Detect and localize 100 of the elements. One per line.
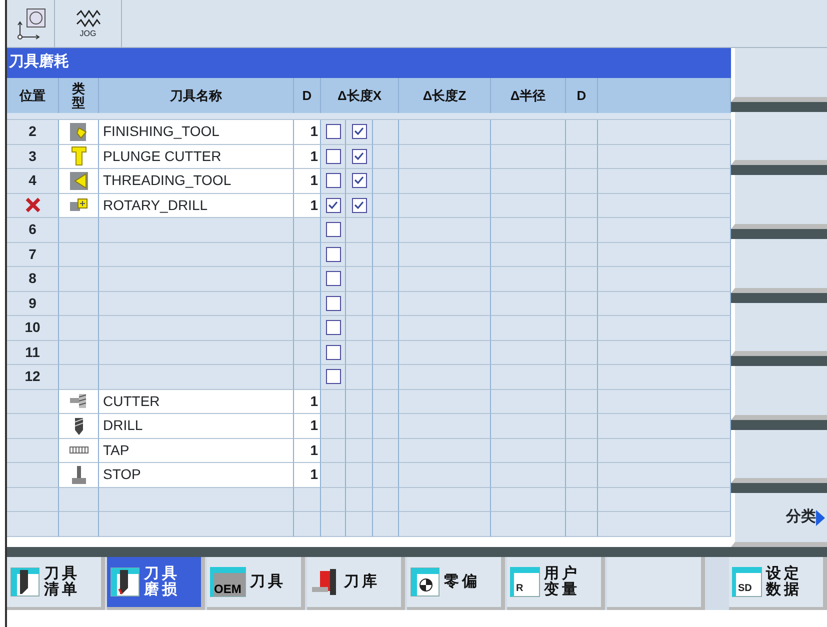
- table-cell: [294, 488, 321, 512]
- table-cell: 9: [7, 292, 59, 316]
- table-cell: [373, 390, 399, 414]
- softkey[interactable]: 零偏: [407, 557, 505, 610]
- table-cell: STOP: [99, 463, 294, 488]
- tool-icon: [68, 170, 88, 191]
- table-cell: [566, 194, 598, 218]
- table-cell: 10: [7, 316, 59, 340]
- checkbox[interactable]: [326, 271, 340, 286]
- table-cell: [566, 438, 598, 463]
- softkey-icon: [110, 567, 140, 597]
- softkey-icon: SD: [732, 567, 762, 597]
- table-cell: [566, 169, 598, 194]
- table-cell: [566, 292, 598, 316]
- table-cell: 1: [294, 120, 321, 144]
- table-cell: 12: [7, 365, 59, 390]
- table-cell: CUTTER: [99, 390, 294, 414]
- table-cell: [566, 365, 598, 390]
- table-cell: [59, 267, 99, 292]
- table-cell: [346, 390, 373, 414]
- softkey[interactable]: R 用户变量: [507, 557, 605, 610]
- table-cell: DRILL: [99, 414, 294, 438]
- checkbox[interactable]: [352, 124, 366, 140]
- table-cell: [373, 488, 399, 512]
- checkbox[interactable]: [352, 198, 366, 213]
- softkey-icon: [410, 567, 440, 597]
- column-header: Δ半径: [491, 78, 566, 113]
- softkey[interactable]: 刀具清单: [7, 557, 105, 610]
- softkey[interactable]: 分类: [731, 493, 827, 547]
- table-cell: 1: [294, 169, 321, 194]
- table-cell: 1: [294, 463, 321, 488]
- table-cell: [346, 512, 373, 536]
- table-cell: [59, 292, 99, 316]
- table-cell: [321, 414, 346, 438]
- column-header: 刀具名称: [99, 78, 294, 113]
- checkbox[interactable]: [326, 369, 340, 384]
- jog-button[interactable]: JOG: [55, 0, 122, 47]
- column-header: Δ长度Z: [399, 78, 491, 113]
- table-cell: [566, 390, 598, 414]
- table-cell: [566, 340, 598, 365]
- table-cell: 8: [7, 267, 59, 292]
- table-cell: ROTARY_DRILL: [99, 194, 294, 218]
- table-cell: [7, 488, 59, 512]
- table-cell: 1: [294, 414, 321, 438]
- table-cell: [59, 242, 99, 267]
- softkey[interactable]: SD 设定数据: [729, 557, 827, 610]
- softkey[interactable]: OEM 刀具: [207, 557, 305, 610]
- softkey[interactable]: 刀具磨损: [107, 557, 205, 610]
- table-cell: [373, 340, 399, 365]
- softkey-icon: [10, 567, 40, 597]
- softkey[interactable]: 刀库: [307, 557, 405, 610]
- checkbox[interactable]: [326, 320, 340, 336]
- checkbox[interactable]: [326, 198, 340, 213]
- table-cell: [373, 242, 399, 267]
- table-cell: [566, 218, 598, 242]
- checkbox[interactable]: [326, 296, 340, 311]
- table-cell: 6: [7, 218, 59, 242]
- table-cell: [346, 463, 373, 488]
- table-cell: [566, 512, 598, 536]
- table-cell: [566, 120, 598, 144]
- wave-icon: [75, 10, 101, 30]
- table-cell: [373, 414, 399, 438]
- table-cell: [566, 414, 598, 438]
- table-cell: [566, 488, 598, 512]
- table-cell: [59, 512, 99, 536]
- checkbox[interactable]: [326, 222, 340, 238]
- table-cell: [566, 316, 598, 340]
- table-cell: THREADING_TOOL: [99, 169, 294, 194]
- table-cell: 7: [7, 242, 59, 267]
- table-cell: 1: [294, 144, 321, 169]
- table-cell: [59, 340, 99, 365]
- checkbox[interactable]: [352, 148, 366, 164]
- table-cell: 1: [294, 390, 321, 414]
- panel-title: 刀具磨耗: [7, 48, 731, 78]
- checkbox[interactable]: [326, 124, 340, 140]
- table-cell: [59, 316, 99, 340]
- table-cell: [373, 512, 399, 536]
- checkbox[interactable]: [326, 344, 340, 360]
- column-header: 类型: [59, 78, 99, 113]
- column-header: Δ长度X: [321, 78, 399, 113]
- table-cell: [321, 438, 346, 463]
- checkbox[interactable]: [326, 246, 340, 262]
- table-cell: [373, 463, 399, 488]
- table-cell: 1: [294, 438, 321, 463]
- table-cell: [566, 242, 598, 267]
- checkbox[interactable]: [352, 173, 366, 188]
- table-cell: [373, 438, 399, 463]
- table-cell: [373, 292, 399, 316]
- checkbox[interactable]: [326, 148, 340, 164]
- table-cell: [346, 488, 373, 512]
- triangle-right-icon: [816, 510, 825, 526]
- column-header: D: [294, 78, 321, 113]
- table-cell: [373, 316, 399, 340]
- table-cell: TAP: [99, 438, 294, 463]
- table-cell: FINISHING_TOOL: [99, 120, 294, 144]
- table-cell: [321, 463, 346, 488]
- table-cell: PLUNGE CUTTER: [99, 144, 294, 169]
- checkbox[interactable]: [326, 173, 340, 188]
- tool-icon: [68, 122, 88, 142]
- table-cell: 11: [7, 340, 59, 365]
